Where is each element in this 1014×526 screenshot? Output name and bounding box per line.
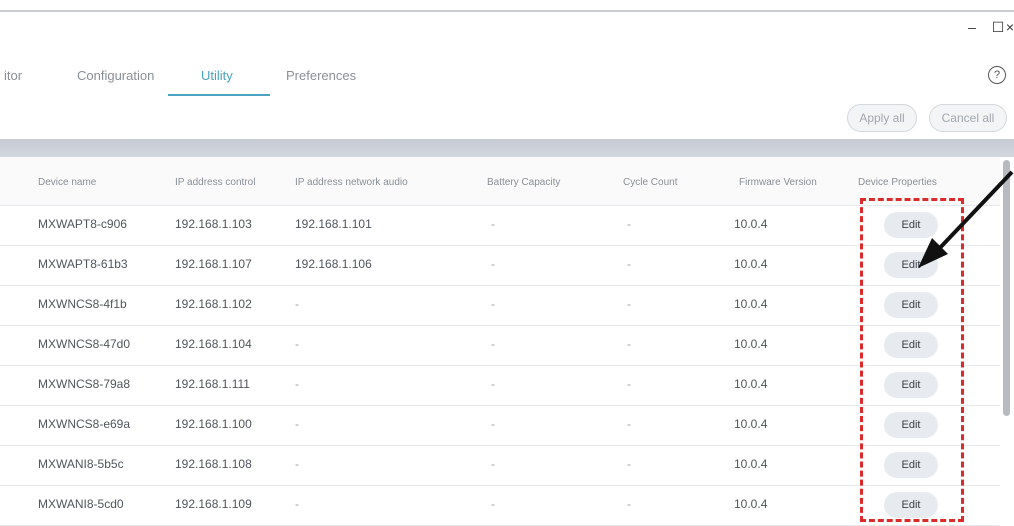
arrow-shaft xyxy=(934,170,1014,254)
annotation-arrow xyxy=(918,170,1014,268)
